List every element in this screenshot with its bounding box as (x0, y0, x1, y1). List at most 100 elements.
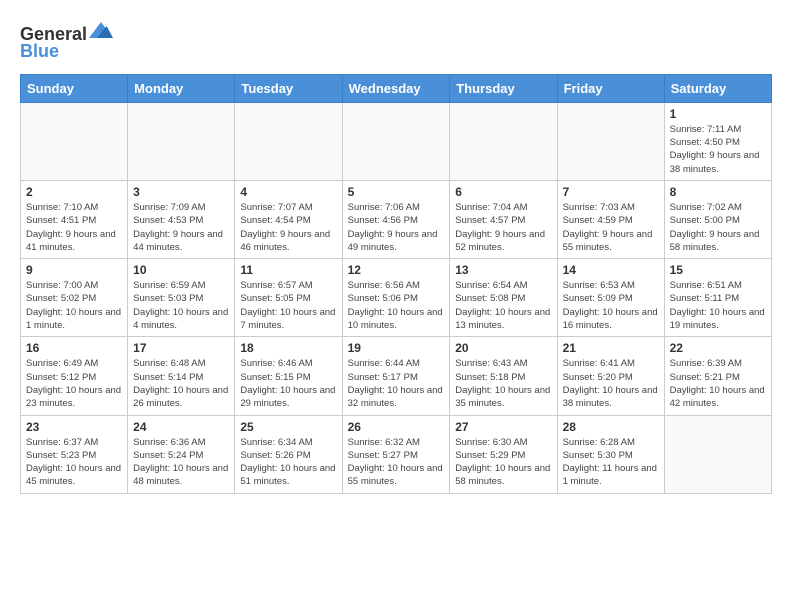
day-info: Sunrise: 6:54 AM Sunset: 5:08 PM Dayligh… (455, 279, 551, 332)
day-info: Sunrise: 7:00 AM Sunset: 5:02 PM Dayligh… (26, 279, 122, 332)
day-number: 7 (563, 185, 659, 199)
calendar-cell: 7 Sunrise: 7:03 AM Sunset: 4:59 PM Daylig… (557, 180, 664, 258)
day-number: 25 (240, 420, 336, 434)
calendar-cell: 22 Sunrise: 6:39 AM Sunset: 5:21 PM Dayli… (664, 337, 771, 415)
weekday-header-tuesday: Tuesday (235, 74, 342, 102)
day-info: Sunrise: 6:30 AM Sunset: 5:29 PM Dayligh… (455, 436, 551, 489)
day-info: Sunrise: 6:28 AM Sunset: 5:30 PM Dayligh… (563, 436, 659, 489)
day-info: Sunrise: 7:03 AM Sunset: 4:59 PM Dayligh… (563, 201, 659, 254)
day-number: 14 (563, 263, 659, 277)
calendar-cell (21, 102, 128, 180)
calendar-cell: 9 Sunrise: 7:00 AM Sunset: 5:02 PM Daylig… (21, 259, 128, 337)
calendar-cell (235, 102, 342, 180)
day-info: Sunrise: 7:11 AM Sunset: 4:50 PM Dayligh… (670, 123, 766, 176)
day-number: 3 (133, 185, 229, 199)
calendar-cell (128, 102, 235, 180)
day-number: 10 (133, 263, 229, 277)
day-number: 28 (563, 420, 659, 434)
day-info: Sunrise: 6:48 AM Sunset: 5:14 PM Dayligh… (133, 357, 229, 410)
calendar-cell: 17 Sunrise: 6:48 AM Sunset: 5:14 PM Dayli… (128, 337, 235, 415)
calendar-table: SundayMondayTuesdayWednesdayThursdayFrid… (20, 74, 772, 494)
calendar-week-2: 2Sunrise: 7:10 AM Sunset: 4:51 PM Daylig… (21, 180, 772, 258)
calendar-cell: 1 Sunrise: 7:11 AM Sunset: 4:50 PM Daylig… (664, 102, 771, 180)
day-info: Sunrise: 6:56 AM Sunset: 5:06 PM Dayligh… (348, 279, 445, 332)
calendar-cell: 11 Sunrise: 6:57 AM Sunset: 5:05 PM Dayli… (235, 259, 342, 337)
day-info: Sunrise: 6:41 AM Sunset: 5:20 PM Dayligh… (563, 357, 659, 410)
day-number: 11 (240, 263, 336, 277)
day-number: 2 (26, 185, 122, 199)
calendar-cell: 15 Sunrise: 6:51 AM Sunset: 5:11 PM Dayli… (664, 259, 771, 337)
weekday-header-monday: Monday (128, 74, 235, 102)
day-number: 9 (26, 263, 122, 277)
calendar-cell (557, 102, 664, 180)
logo: General Blue (20, 20, 113, 62)
day-number: 20 (455, 341, 551, 355)
day-info: Sunrise: 6:39 AM Sunset: 5:21 PM Dayligh… (670, 357, 766, 410)
day-info: Sunrise: 6:46 AM Sunset: 5:15 PM Dayligh… (240, 357, 336, 410)
calendar-week-4: 16 Sunrise: 6:49 AM Sunset: 5:12 PM Dayli… (21, 337, 772, 415)
day-number: 1 (670, 107, 766, 121)
day-number: 6 (455, 185, 551, 199)
day-number: 18 (240, 341, 336, 355)
day-number: 16 (26, 341, 122, 355)
calendar-cell (664, 415, 771, 493)
calendar-cell: 20 Sunrise: 6:43 AM Sunset: 5:18 PM Dayli… (450, 337, 557, 415)
calendar-cell: 5 Sunrise: 7:06 AM Sunset: 4:56 PM Daylig… (342, 180, 450, 258)
day-info: Sunrise: 6:57 AM Sunset: 5:05 PM Dayligh… (240, 279, 336, 332)
day-info: Sunrise: 7:06 AM Sunset: 4:56 PM Dayligh… (348, 201, 445, 254)
day-info: Sunrise: 6:44 AM Sunset: 5:17 PM Dayligh… (348, 357, 445, 410)
day-info: Sunrise: 7:07 AM Sunset: 4:54 PM Dayligh… (240, 201, 336, 254)
day-number: 8 (670, 185, 766, 199)
day-number: 4 (240, 185, 336, 199)
calendar-cell: 8 Sunrise: 7:02 AM Sunset: 5:00 PM Daylig… (664, 180, 771, 258)
calendar-cell (450, 102, 557, 180)
day-info: Sunrise: 6:53 AM Sunset: 5:09 PM Dayligh… (563, 279, 659, 332)
day-number: 21 (563, 341, 659, 355)
day-number: 13 (455, 263, 551, 277)
calendar-cell: 25 Sunrise: 6:34 AM Sunset: 5:26 PM Dayli… (235, 415, 342, 493)
weekday-header-sunday: Sunday (21, 74, 128, 102)
day-number: 27 (455, 420, 551, 434)
day-number: 17 (133, 341, 229, 355)
calendar-cell: 28 Sunrise: 6:28 AM Sunset: 5:30 PM Dayli… (557, 415, 664, 493)
calendar-cell: 6Sunrise: 7:04 AM Sunset: 4:57 PM Daylig… (450, 180, 557, 258)
day-number: 5 (348, 185, 445, 199)
day-number: 26 (348, 420, 445, 434)
day-info: Sunrise: 6:36 AM Sunset: 5:24 PM Dayligh… (133, 436, 229, 489)
calendar-cell: 10 Sunrise: 6:59 AM Sunset: 5:03 PM Dayli… (128, 259, 235, 337)
day-info: Sunrise: 6:49 AM Sunset: 5:12 PM Dayligh… (26, 357, 122, 410)
weekday-header-friday: Friday (557, 74, 664, 102)
day-info: Sunrise: 6:59 AM Sunset: 5:03 PM Dayligh… (133, 279, 229, 332)
calendar-cell (342, 102, 450, 180)
day-info: Sunrise: 6:32 AM Sunset: 5:27 PM Dayligh… (348, 436, 445, 489)
calendar-week-3: 9 Sunrise: 7:00 AM Sunset: 5:02 PM Daylig… (21, 259, 772, 337)
day-number: 24 (133, 420, 229, 434)
calendar-cell: 26 Sunrise: 6:32 AM Sunset: 5:27 PM Dayli… (342, 415, 450, 493)
calendar-cell: 23 Sunrise: 6:37 AM Sunset: 5:23 PM Dayli… (21, 415, 128, 493)
day-info: Sunrise: 6:34 AM Sunset: 5:26 PM Dayligh… (240, 436, 336, 489)
calendar-cell: 19Sunrise: 6:44 AM Sunset: 5:17 PM Dayli… (342, 337, 450, 415)
calendar-cell: 14 Sunrise: 6:53 AM Sunset: 5:09 PM Dayli… (557, 259, 664, 337)
weekday-header-wednesday: Wednesday (342, 74, 450, 102)
day-number: 22 (670, 341, 766, 355)
calendar-cell: 24 Sunrise: 6:36 AM Sunset: 5:24 PM Dayli… (128, 415, 235, 493)
day-number: 12 (348, 263, 445, 277)
calendar-cell: 4 Sunrise: 7:07 AM Sunset: 4:54 PM Daylig… (235, 180, 342, 258)
calendar-cell: 2Sunrise: 7:10 AM Sunset: 4:51 PM Daylig… (21, 180, 128, 258)
calendar-cell: 18 Sunrise: 6:46 AM Sunset: 5:15 PM Dayli… (235, 337, 342, 415)
calendar-cell: 16 Sunrise: 6:49 AM Sunset: 5:12 PM Dayli… (21, 337, 128, 415)
day-number: 15 (670, 263, 766, 277)
calendar-cell: 12 Sunrise: 6:56 AM Sunset: 5:06 PM Dayli… (342, 259, 450, 337)
day-info: Sunrise: 7:02 AM Sunset: 5:00 PM Dayligh… (670, 201, 766, 254)
weekday-header-thursday: Thursday (450, 74, 557, 102)
day-number: 23 (26, 420, 122, 434)
day-info: Sunrise: 6:51 AM Sunset: 5:11 PM Dayligh… (670, 279, 766, 332)
calendar-week-1: 1 Sunrise: 7:11 AM Sunset: 4:50 PM Daylig… (21, 102, 772, 180)
calendar-cell: 21 Sunrise: 6:41 AM Sunset: 5:20 PM Dayli… (557, 337, 664, 415)
calendar-body: 1 Sunrise: 7:11 AM Sunset: 4:50 PM Daylig… (21, 102, 772, 493)
day-info: Sunrise: 6:37 AM Sunset: 5:23 PM Dayligh… (26, 436, 122, 489)
weekday-header-saturday: Saturday (664, 74, 771, 102)
calendar-header-row: SundayMondayTuesdayWednesdayThursdayFrid… (21, 74, 772, 102)
calendar-week-5: 23 Sunrise: 6:37 AM Sunset: 5:23 PM Dayli… (21, 415, 772, 493)
day-info: Sunrise: 6:43 AM Sunset: 5:18 PM Dayligh… (455, 357, 551, 410)
